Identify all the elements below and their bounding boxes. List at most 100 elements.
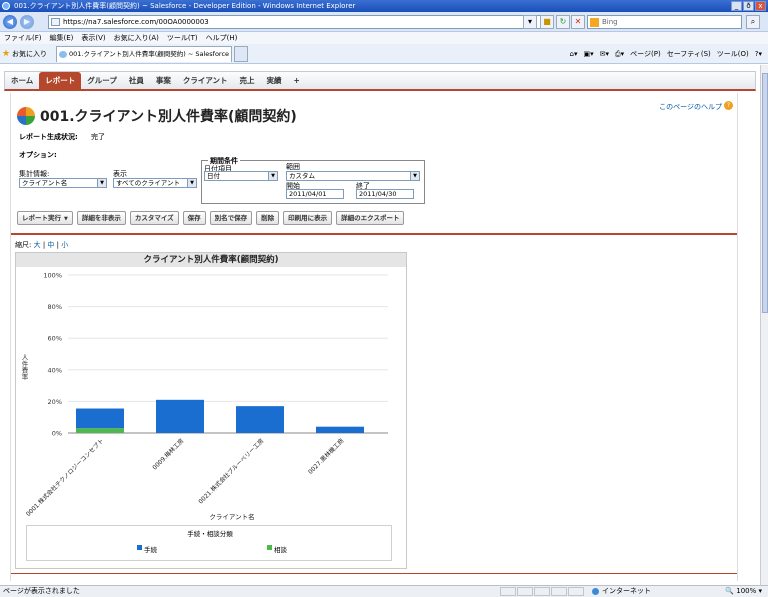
size-label: 縮尺: — [15, 241, 32, 249]
delete-button[interactable]: 削除 — [256, 211, 280, 225]
menu-file[interactable]: ファイル(F) — [4, 32, 42, 44]
menu-tools[interactable]: ツール(T) — [167, 32, 198, 44]
help-link[interactable]: このページのヘルプ ? — [659, 101, 733, 112]
chart-container: クライアント別人件費率(顧問契約) 0% 20% 40% 60% 80% 100% 人件費率… — [15, 252, 407, 569]
legend-swatch — [267, 545, 272, 550]
legend-swatch — [137, 545, 142, 550]
legend-item-soudan: 相談 — [267, 544, 287, 554]
cmd-page[interactable]: ページ(P) — [630, 48, 661, 60]
summary-select-value: クライアント名 — [22, 179, 68, 187]
run-report-label: レポート実行 — [22, 214, 61, 222]
bar-teizoku — [316, 426, 364, 433]
close-button[interactable]: x — [755, 1, 766, 11]
refresh-icon[interactable]: ↻ — [556, 15, 570, 29]
menu-bar: ファイル(F) 編集(E) 表示(V) お気に入り(A) ツール(T) ヘルプ(… — [0, 32, 768, 44]
sf-tab-2[interactable]: グループ — [81, 72, 123, 89]
menu-view[interactable]: 表示(V) — [81, 32, 105, 44]
sf-tab-4[interactable]: 事案 — [150, 72, 177, 89]
period-filter-group: 期間条件 日付項目 日付 ▼ 範囲 カスタム ▼ 開始 2011/04/01 終… — [201, 156, 425, 204]
chevron-down-icon: ▼ — [268, 172, 277, 180]
chart-title-bar: クライアント別人件費率(顧問契約) — [16, 253, 406, 267]
status-text: ページが表示されました — [3, 587, 80, 595]
sf-tab-8[interactable]: + — [288, 72, 306, 89]
browser-tab-title: 001.クライアント別人件費率(顧問契約) ~ Salesforce ... — [69, 50, 232, 58]
end-date-input[interactable]: 2011/04/30 — [356, 189, 414, 199]
section-divider — [11, 573, 737, 574]
security-zone: インターネット — [592, 586, 651, 597]
lock-icon[interactable]: ■ — [540, 15, 554, 29]
range-select[interactable]: カスタム ▼ — [286, 171, 420, 181]
browser-tab[interactable]: 001.クライアント別人件費率(顧問契約) ~ Salesforce ... — [56, 46, 232, 62]
maximize-button[interactable]: ð — [743, 1, 754, 11]
sf-tab-1[interactable]: レポート — [39, 72, 82, 89]
home-icon[interactable]: ⌂▾ — [570, 48, 578, 60]
save-as-button[interactable]: 別名で保存 — [209, 211, 253, 225]
cmd-tools[interactable]: ツール(O) — [717, 48, 749, 60]
run-report-button[interactable]: レポート実行 ▼ — [17, 211, 73, 225]
export-details-button[interactable]: 詳細のエクスポート — [336, 211, 405, 225]
legend-title: 手続・相談分類 — [187, 530, 233, 538]
sf-tab-5[interactable]: クライアント — [177, 72, 234, 89]
x-tick-label: 0001.株式会社テクノロジーコンセプト — [24, 437, 105, 518]
size-small-link[interactable]: 小 — [61, 241, 68, 249]
forward-arrow-icon[interactable]: ▶ — [20, 15, 34, 29]
minimize-button[interactable]: _ — [731, 1, 742, 11]
show-select-value: すべてのクライアント — [116, 179, 181, 187]
mail-icon[interactable]: ✉▾ — [600, 48, 609, 60]
favorites-button[interactable]: ★ お気に入り — [2, 48, 47, 60]
hide-details-button[interactable]: 詳細を非表示 — [76, 211, 126, 225]
sf-tab-3[interactable]: 社員 — [123, 72, 150, 89]
sf-tab-6[interactable]: 売上 — [234, 72, 261, 89]
menu-help[interactable]: ヘルプ(H) — [206, 32, 238, 44]
help-icon[interactable]: ?▾ — [755, 48, 762, 60]
feeds-icon[interactable]: ▣▾ — [584, 48, 594, 60]
summary-select[interactable]: クライアント名 ▼ — [19, 178, 107, 188]
sf-tab-7[interactable]: 実績 — [261, 72, 288, 89]
date-field-value: 日付 — [207, 172, 220, 180]
search-placeholder: Bing — [602, 18, 618, 26]
y-tick-label: 20% — [48, 398, 62, 406]
section-divider — [11, 233, 737, 235]
customize-button[interactable]: カスタマイズ — [129, 211, 179, 225]
zoom-value: 100% — [736, 587, 757, 595]
scrollbar-thumb[interactable] — [762, 73, 768, 313]
x-tick-label: 0009.梅林工房 — [151, 437, 186, 472]
page-viewport: ホーム レポート グループ 社員 事案 クライアント 売上 実績 + 001.クライアント別人件… — [0, 65, 760, 585]
cmd-safety[interactable]: セーフティ(S) — [667, 48, 711, 60]
chart-plot: 0% 20% 40% 60% 80% 100% 人件費率 0001.株式会社テクノロジーコンセ… — [20, 272, 388, 521]
printable-view-button[interactable]: 印刷用に表示 — [283, 211, 333, 225]
salesforce-tab-bar: ホーム レポート グループ 社員 事案 クライアント 売上 実績 + — [4, 71, 756, 91]
search-input[interactable]: Bing — [587, 15, 742, 29]
search-icon[interactable]: ⌕ — [746, 15, 760, 29]
chevron-down-icon: ▼ — [410, 172, 419, 180]
print-icon[interactable]: ⎙▾ — [615, 48, 624, 60]
sf-tab-0[interactable]: ホーム — [5, 72, 39, 89]
show-select[interactable]: すべてのクライアント ▼ — [113, 178, 197, 188]
x-tick-label: 0021.株式会社ブルーベリー工房 — [197, 437, 266, 506]
page-icon — [51, 18, 60, 26]
start-date-input[interactable]: 2011/04/01 — [286, 189, 344, 199]
address-bar[interactable]: https://na7.salesforce.com/00OA0000003 — [48, 15, 548, 29]
stop-icon[interactable]: ✕ — [571, 15, 585, 29]
star-icon: ★ — [2, 49, 11, 59]
date-field-select[interactable]: 日付 ▼ — [204, 171, 278, 181]
vertical-scrollbar[interactable] — [760, 65, 768, 585]
command-bar: ⌂▾ ▣▾ ✉▾ ⎙▾ ページ(P) セーフティ(S) ツール(O) ?▾ — [570, 48, 762, 60]
new-tab-button[interactable] — [234, 46, 248, 62]
legend-label: 相談 — [274, 546, 287, 554]
bing-icon — [590, 18, 599, 27]
save-button[interactable]: 保存 — [182, 211, 206, 225]
size-large-link[interactable]: 大 — [34, 241, 41, 249]
y-axis-label: 人件費率 — [20, 354, 28, 382]
back-arrow-icon[interactable]: ◀ — [3, 15, 17, 29]
y-tick-label: 40% — [48, 366, 62, 374]
chart-title: クライアント別人件費率(顧問契約) — [143, 255, 279, 265]
menu-favorites[interactable]: お気に入り(A) — [114, 32, 159, 44]
size-medium-link[interactable]: 中 — [47, 241, 54, 249]
zoom-control[interactable]: 🔍 100% ▾ — [725, 586, 762, 597]
report-page: 001.クライアント別人件費率(顧問契約) このページのヘルプ ? レポート生成… — [10, 93, 738, 581]
help-link-text: このページのヘルプ — [659, 103, 722, 111]
ie-icon — [2, 2, 10, 10]
menu-edit[interactable]: 編集(E) — [50, 32, 74, 44]
address-dropdown-icon[interactable]: ▾ — [523, 15, 537, 29]
